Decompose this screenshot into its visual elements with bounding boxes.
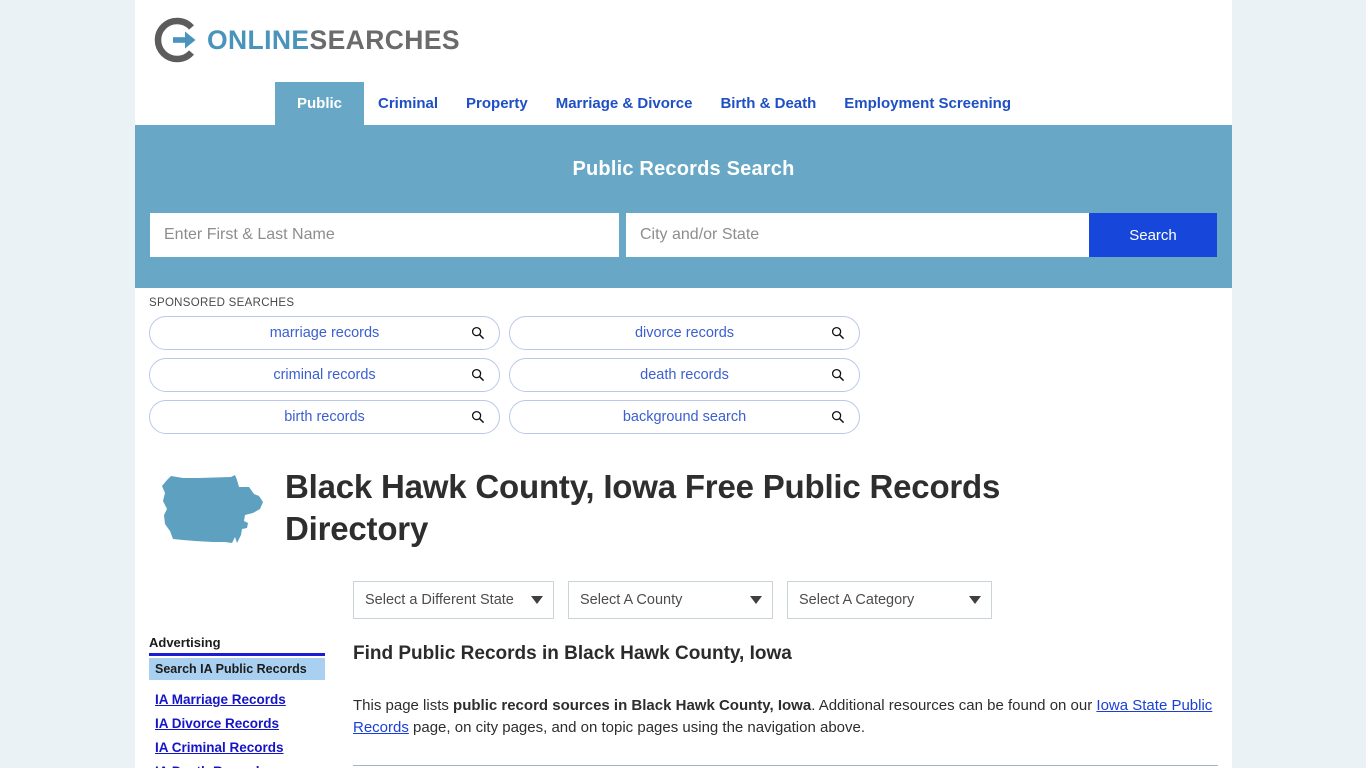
select-state-dropdown[interactable]: Select a Different State	[353, 581, 554, 619]
intro-text-bold: public record sources in Black Hawk Coun…	[453, 697, 812, 714]
search-icon	[471, 410, 485, 424]
chevron-down-icon	[969, 596, 981, 604]
sponsored-searches-label: SPONSORED SEARCHES	[149, 297, 295, 309]
advertising-heading: Advertising	[149, 635, 325, 656]
sponsored-pill-label: divorce records	[634, 325, 735, 341]
site-logo[interactable]: ONLINESEARCHES	[154, 16, 460, 64]
sponsored-pill-death-records[interactable]: death records	[509, 358, 860, 392]
search-form: Search	[150, 213, 1217, 257]
search-city-state-input[interactable]	[626, 213, 1089, 257]
sponsored-pill-label: marriage records	[269, 325, 380, 341]
intro-text-1: This page lists	[353, 697, 454, 714]
search-submit-button[interactable]: Search	[1089, 213, 1217, 257]
circle-arrow-icon	[154, 17, 196, 63]
advertising-subheading: Search IA Public Records	[149, 658, 325, 680]
sidebar-link-ia-death-records[interactable]: IA Death Records	[155, 764, 325, 768]
sponsored-searches-section: SPONSORED SEARCHES marriage records divo…	[135, 288, 1232, 434]
sponsored-pill-label: death records	[640, 367, 729, 383]
sponsored-pill-label: background search	[622, 409, 747, 425]
sponsored-pill-background-search[interactable]: background search	[509, 400, 860, 434]
sidebar-advertising: Advertising Search IA Public Records IA …	[149, 635, 339, 768]
iowa-state-map-icon	[162, 475, 263, 543]
site-header: ONLINESEARCHES	[135, 0, 1232, 82]
sponsored-pill-marriage-records[interactable]: marriage records	[149, 316, 500, 350]
logo-wordmark: ONLINESEARCHES	[207, 27, 460, 54]
select-county-dropdown[interactable]: Select A County	[568, 581, 773, 619]
advertising-link-list: IA Marriage Records IA Divorce Records I…	[149, 692, 325, 768]
page-root: ONLINESEARCHES Public Criminal Property …	[0, 0, 1366, 768]
nav-tab-birth-death[interactable]: Birth & Death	[706, 82, 830, 125]
search-icon	[831, 326, 845, 340]
chevron-down-icon	[750, 596, 762, 604]
content-container: ONLINESEARCHES Public Criminal Property …	[135, 0, 1232, 768]
nav-tab-public[interactable]: Public	[275, 82, 365, 125]
search-icon	[471, 368, 485, 382]
sponsored-pill-divorce-records[interactable]: divorce records	[509, 316, 860, 350]
sponsored-pill-criminal-records[interactable]: criminal records	[149, 358, 500, 392]
filter-dropdown-row: Select a Different State Select A County…	[353, 581, 1218, 619]
select-category-dropdown[interactable]: Select A Category	[787, 581, 992, 619]
sponsored-searches-grid: marriage records divorce records crimina…	[149, 316, 1218, 434]
intro-text-2: . Additional resources can be found on o…	[811, 697, 1097, 714]
select-category-label: Select A Category	[799, 592, 915, 608]
nav-tab-criminal[interactable]: Criminal	[364, 82, 452, 125]
search-icon	[831, 410, 845, 424]
sidebar-link-ia-divorce-records[interactable]: IA Divorce Records	[155, 716, 325, 731]
page-title-block: Black Hawk County, Iowa Free Public Reco…	[149, 460, 1218, 557]
page-title: Black Hawk County, Iowa Free Public Reco…	[285, 468, 1001, 548]
main-content-area: Black Hawk County, Iowa Free Public Reco…	[135, 434, 1232, 768]
select-state-label: Select a Different State	[365, 592, 514, 608]
nav-tab-employment-screening[interactable]: Employment Screening	[830, 82, 1025, 125]
chevron-down-icon	[531, 596, 543, 604]
logo-word-searches: SEARCHES	[309, 24, 460, 55]
content-divider	[353, 764, 1218, 766]
search-name-input[interactable]	[150, 213, 619, 257]
nav-list: Public Criminal Property Marriage & Divo…	[275, 82, 1232, 125]
sponsored-pill-label: criminal records	[273, 367, 376, 383]
search-icon	[471, 326, 485, 340]
sidebar-link-ia-marriage-records[interactable]: IA Marriage Records	[155, 692, 325, 707]
search-band-title: Public Records Search	[572, 158, 795, 180]
nav-tab-marriage-divorce[interactable]: Marriage & Divorce	[542, 82, 707, 125]
main-column: Find Public Records in Black Hawk County…	[339, 635, 1218, 768]
sponsored-pill-label: birth records	[284, 409, 365, 425]
logo-word-online: ONLINE	[207, 24, 310, 55]
state-icon-wrap	[149, 460, 285, 557]
nav-tab-property[interactable]: Property	[452, 82, 542, 125]
search-field-gap	[619, 213, 626, 257]
intro-paragraph: This page lists public record sources in…	[353, 695, 1218, 739]
intro-text-3: page, on city pages, and on topic pages …	[408, 718, 866, 736]
search-icon	[831, 368, 845, 382]
section-heading: Find Public Records in Black Hawk County…	[353, 643, 792, 664]
select-county-label: Select A County	[580, 592, 683, 608]
sidebar-link-ia-criminal-records[interactable]: IA Criminal Records	[155, 740, 325, 755]
public-records-search-band: Public Records Search Search	[135, 125, 1232, 288]
main-navigation: Public Criminal Property Marriage & Divo…	[135, 82, 1232, 125]
body-columns: Advertising Search IA Public Records IA …	[149, 635, 1218, 768]
sponsored-pill-birth-records[interactable]: birth records	[149, 400, 500, 434]
